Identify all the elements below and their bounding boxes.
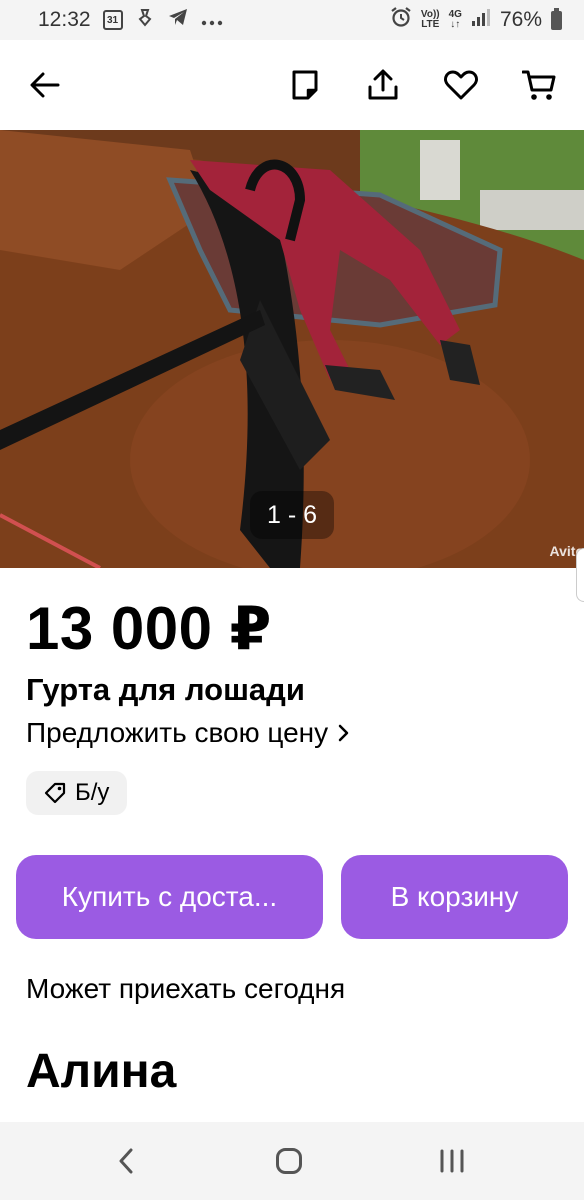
note-button[interactable] xyxy=(282,62,328,108)
app-bar xyxy=(0,40,584,130)
favorite-button[interactable] xyxy=(438,62,484,108)
back-arrow-icon xyxy=(30,72,60,98)
add-to-cart-label: В корзину xyxy=(390,881,519,912)
condition-tag: Б/у xyxy=(26,771,128,815)
status-left: 12:32 31 xyxy=(38,7,223,33)
listing-title: Гурта для лошади xyxy=(26,672,305,707)
share-button[interactable] xyxy=(360,62,406,108)
condition-label: Б/у xyxy=(75,779,110,806)
telegram-icon xyxy=(167,7,189,33)
cart-button[interactable] xyxy=(516,62,562,108)
clock: 12:32 xyxy=(38,8,91,31)
battery-percent: 76% xyxy=(499,8,542,31)
cart-icon xyxy=(522,70,556,100)
network-indicator: 4G ↓↑ xyxy=(449,10,462,30)
price-tag-icon xyxy=(44,782,66,804)
volte-bottom: LTE xyxy=(421,19,440,30)
calendar-icon: 31 xyxy=(102,10,123,30)
edge-scroll-handle[interactable] xyxy=(576,548,584,602)
signal-icon xyxy=(471,7,491,33)
buy-with-delivery-button[interactable]: Купить с доста... xyxy=(16,855,323,939)
system-nav-bar xyxy=(0,1122,584,1200)
back-button[interactable] xyxy=(22,62,68,108)
nav-back-icon xyxy=(119,1148,133,1174)
price: 13 000 ₽ xyxy=(26,595,272,662)
network-arrows: ↓↑ xyxy=(450,19,461,30)
seller-name[interactable]: Алина xyxy=(26,1044,176,1099)
nav-recents-icon xyxy=(440,1149,464,1173)
offer-price-label: Предложить свою цену xyxy=(26,717,329,748)
chevron-right-icon xyxy=(338,724,349,742)
note-icon xyxy=(292,70,318,100)
share-icon xyxy=(368,69,398,100)
heart-icon xyxy=(444,70,478,100)
add-to-cart-button[interactable]: В корзину xyxy=(341,855,568,939)
volte-indicator: Vo)) LTE xyxy=(421,10,440,30)
status-right: Vo)) LTE 4G ↓↑ 76% xyxy=(390,6,562,34)
notification-icon xyxy=(135,7,155,33)
nav-back-button[interactable] xyxy=(106,1141,146,1181)
status-bar: 12:32 31 Vo)) LTE 4G ↓↑ 76% xyxy=(0,0,584,40)
nav-recents-button[interactable] xyxy=(432,1141,472,1181)
photo-counter: 1 - 6 xyxy=(250,491,334,539)
more-notifications-icon xyxy=(201,8,223,32)
nav-home-icon xyxy=(276,1148,302,1174)
alarm-icon xyxy=(390,6,412,34)
delivery-note: Может приехать сегодня xyxy=(26,973,346,1004)
offer-price-link[interactable]: Предложить свою цену xyxy=(26,717,350,749)
battery-icon xyxy=(551,7,562,30)
nav-home-button[interactable] xyxy=(269,1141,309,1181)
buy-with-delivery-label: Купить с доста... xyxy=(61,881,278,912)
